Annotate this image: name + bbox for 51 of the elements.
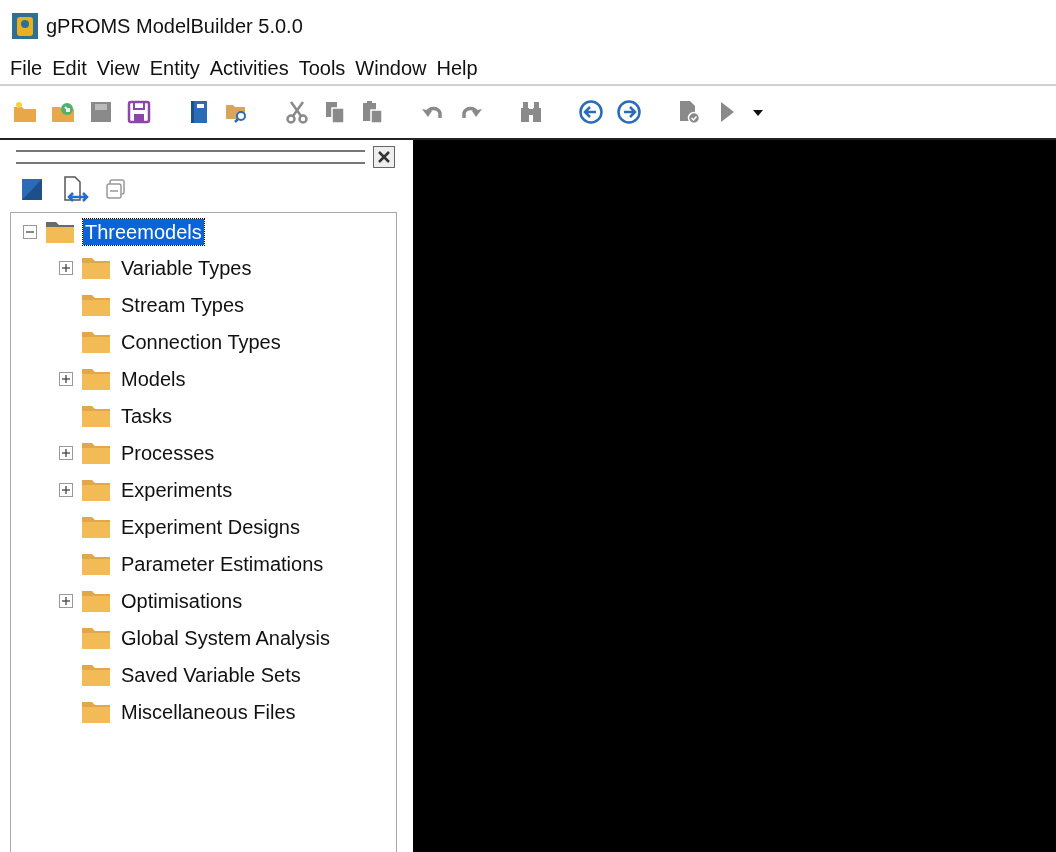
menu-item[interactable]: Activities xyxy=(209,53,289,83)
window-title: gPROMS ModelBuilder 5.0.0 xyxy=(46,14,303,39)
folder-icon xyxy=(81,699,111,724)
folder-icon xyxy=(81,366,111,391)
menu-item[interactable]: Tools xyxy=(298,53,346,83)
folder-icon xyxy=(81,329,111,354)
folder-icon xyxy=(81,403,111,428)
tree-item[interactable]: Connection Types xyxy=(119,328,283,355)
menu-item[interactable]: Help xyxy=(436,53,478,83)
menu-item[interactable]: Edit xyxy=(52,53,87,83)
right-arrow-circle-icon[interactable] xyxy=(616,99,642,125)
folder-icon xyxy=(81,625,111,650)
menu-item[interactable]: File xyxy=(10,53,43,83)
tree-item[interactable]: Variable Types xyxy=(119,254,254,281)
left-arrow-circle-icon[interactable] xyxy=(578,99,604,125)
tree-item[interactable]: Experiment Designs xyxy=(119,513,302,540)
expand-icon[interactable] xyxy=(59,260,73,275)
tree-item[interactable]: Miscellaneous Files xyxy=(119,698,298,725)
tree-item[interactable]: Parameter Estimations xyxy=(119,550,326,577)
app-logo-icon xyxy=(12,13,38,39)
panel-grip[interactable] xyxy=(16,150,365,164)
folder-icon xyxy=(81,440,111,465)
folder-icon xyxy=(81,255,111,280)
folder-icon xyxy=(81,662,111,687)
collapse-all-icon[interactable] xyxy=(104,178,128,202)
tree-item[interactable]: Threemodels xyxy=(83,219,204,245)
expand-icon[interactable] xyxy=(59,482,73,497)
tree-item[interactable]: Tasks xyxy=(119,402,175,429)
folder-icon xyxy=(81,514,111,539)
new-folder-icon[interactable] xyxy=(12,99,38,125)
menu-item[interactable]: View xyxy=(96,53,140,83)
collapse-icon[interactable] xyxy=(23,225,37,239)
folder-icon xyxy=(81,588,111,613)
folder-icon xyxy=(81,477,111,502)
expand-icon[interactable] xyxy=(59,445,73,460)
tree-item[interactable]: Stream Types xyxy=(119,291,247,318)
folder-icon xyxy=(45,220,75,244)
tree-item[interactable]: Processes xyxy=(119,439,217,466)
tree-item[interactable]: Experiments xyxy=(119,476,235,503)
tree-item[interactable]: Models xyxy=(119,365,188,392)
menu-item[interactable]: Window xyxy=(355,53,427,83)
tree-item[interactable]: Optimisations xyxy=(119,587,245,614)
close-button[interactable] xyxy=(373,146,395,168)
folder-icon xyxy=(81,292,111,317)
close-icon xyxy=(377,150,391,164)
expand-icon[interactable] xyxy=(59,593,73,608)
tree-item[interactable]: Global System Analysis xyxy=(119,624,332,651)
menu-item[interactable]: Entity xyxy=(149,53,200,83)
tree-item[interactable]: Saved Variable Sets xyxy=(119,661,303,688)
folder-icon xyxy=(81,551,111,576)
expand-icon[interactable] xyxy=(59,371,73,386)
